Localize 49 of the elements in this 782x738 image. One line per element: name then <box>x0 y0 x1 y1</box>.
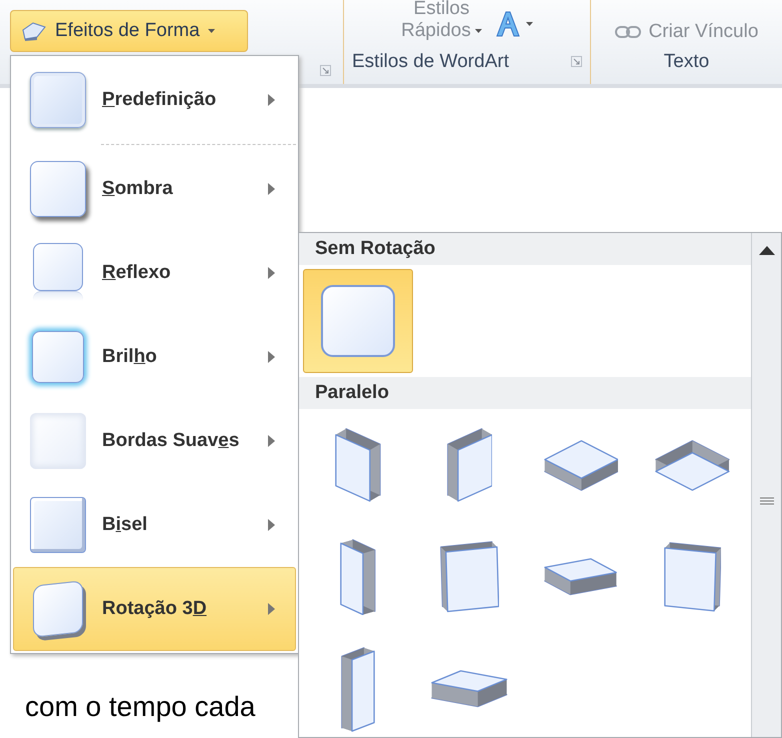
submenu-arrow-icon <box>268 435 275 447</box>
bevel-square-icon <box>30 72 86 128</box>
document-text: com o tempo cada <box>25 691 256 722</box>
group-label: Estilos de WordArt <box>352 50 509 74</box>
reflection-square-icon <box>33 243 83 303</box>
3d-rotated-square-icon <box>664 542 722 612</box>
3d-rotated-square-icon <box>544 440 618 490</box>
submenu-arrow-icon <box>268 183 275 195</box>
soft-edge-square-icon <box>30 413 86 469</box>
caret-icon <box>526 22 533 26</box>
scroll-up-icon[interactable] <box>758 246 774 254</box>
dialog-launcher-icon <box>571 56 582 68</box>
3d-rotated-square-icon <box>446 428 492 502</box>
menu-item[interactable]: Bisel <box>13 483 296 567</box>
gallery-item[interactable] <box>303 269 413 373</box>
rounded-square-icon <box>321 285 395 357</box>
scrollbar[interactable] <box>751 233 781 737</box>
menu-item[interactable]: Rotação 3D <box>13 567 296 651</box>
submenu-arrow-icon <box>268 267 275 279</box>
3d-rotated-square-icon <box>431 670 508 708</box>
menu-item[interactable]: Predefinição <box>13 58 296 142</box>
submenu-arrow-icon <box>268 603 275 615</box>
bevel-square-icon <box>30 497 86 553</box>
3d-square-icon <box>33 580 83 638</box>
menu-item[interactable]: Bordas Suaves <box>13 399 296 483</box>
section-header: Sem Rotação <box>299 233 751 265</box>
caret-icon <box>474 29 482 33</box>
3d-rotated-square-icon <box>544 558 618 596</box>
caret-icon <box>208 29 215 33</box>
shadow-square-icon <box>30 161 86 217</box>
text-effects-icon[interactable] <box>494 10 522 38</box>
scroll-grip-icon <box>760 497 774 507</box>
submenu-arrow-icon <box>268 351 275 363</box>
submenu-arrow-icon <box>268 519 275 531</box>
glow-square-icon <box>32 331 84 383</box>
3d-rotated-square-icon <box>440 541 500 613</box>
3d-rotated-square-icon <box>340 538 376 616</box>
menu-item[interactable]: Sombra <box>13 147 296 231</box>
menu-item[interactable]: Brilho <box>13 315 296 399</box>
group-label: Texto <box>664 50 710 74</box>
link-icon <box>614 26 641 38</box>
shape-effects-button[interactable]: Efeitos de Forma <box>10 10 248 52</box>
3d-rotated-square-icon <box>335 428 381 502</box>
menu-item[interactable]: Reflexo <box>13 231 296 315</box>
dialog-launcher-icon <box>320 65 331 76</box>
submenu-arrow-icon <box>268 94 275 106</box>
3d-rotated-square-icon <box>655 440 730 490</box>
section-header: Paralelo <box>299 377 751 409</box>
3d-rotated-square-icon <box>341 646 375 732</box>
